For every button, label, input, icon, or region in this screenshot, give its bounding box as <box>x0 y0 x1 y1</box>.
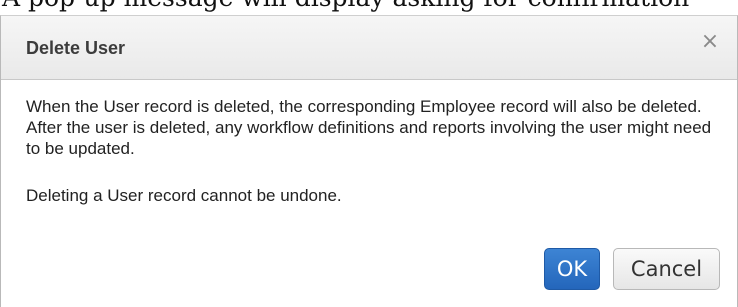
ok-button[interactable]: OK <box>544 248 600 290</box>
page: A pop-up message will display asking for… <box>0 0 738 307</box>
cancel-button[interactable]: Cancel <box>613 248 720 290</box>
background-document-text: A pop-up message will display asking for… <box>2 0 689 13</box>
dialog-message: When the User record is deleted, the cor… <box>26 97 712 158</box>
dialog-warning-message: Deleting a User record cannot be undone. <box>26 186 342 205</box>
delete-user-dialog: Delete User × When the User record is de… <box>0 15 738 307</box>
close-icon[interactable]: × <box>700 30 720 54</box>
dialog-title: Delete User <box>26 38 126 58</box>
dialog-header: Delete User × <box>1 16 737 80</box>
dialog-body: When the User record is deleted, the cor… <box>26 96 726 206</box>
